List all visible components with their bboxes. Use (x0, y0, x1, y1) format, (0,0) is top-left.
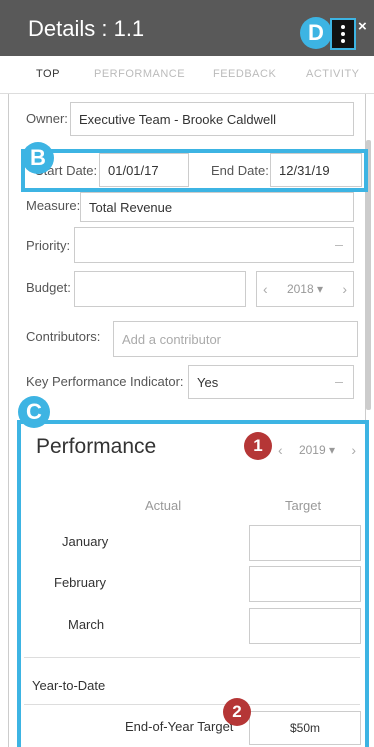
kpi-select[interactable]: Yes (188, 365, 354, 399)
budget-year-stepper[interactable]: ‹ 2018 ▾ › (256, 271, 354, 307)
kpi-label: Key Performance Indicator: (26, 374, 184, 389)
budget-label: Budget: (26, 280, 71, 295)
tab-activity[interactable]: ACTIVITY (306, 68, 360, 80)
callout-d-badge: D (300, 17, 332, 49)
owner-field[interactable]: Executive Team - Brooke Caldwell (70, 102, 354, 136)
owner-label: Owner: (26, 111, 68, 126)
contributors-label: Contributors: (26, 329, 101, 344)
budget-field[interactable] (74, 271, 246, 307)
tab-performance[interactable]: PERFORMANCE (94, 68, 185, 80)
callout-c-badge: C (18, 396, 50, 428)
kpi-value: Yes (197, 374, 219, 390)
budget-year-value: 2018 (286, 282, 314, 296)
contributor-placeholder: Add a contributor (122, 331, 222, 347)
callout-1-badge: 1 (244, 432, 272, 460)
contributor-input[interactable]: Add a contributor (113, 321, 358, 357)
measure-value: Total Revenue (89, 199, 173, 215)
callout-b-highlight (21, 149, 368, 192)
callout-c-highlight (17, 420, 369, 747)
priority-label: Priority: (26, 238, 71, 253)
measure-field[interactable]: Total Revenue (80, 192, 354, 222)
callout-b-badge: B (22, 142, 54, 174)
tab-bar: TOP PERFORMANCE FEEDBACK ACTIVITY (0, 56, 374, 94)
priority-select[interactable] (74, 227, 354, 263)
caret-down-icon: ▾ (317, 282, 324, 296)
tab-feedback[interactable]: FEEDBACK (213, 68, 276, 80)
chevron-down-icon (335, 382, 343, 383)
chevron-right-icon[interactable]: › (342, 281, 347, 297)
tab-top[interactable]: TOP (36, 68, 60, 80)
chevron-left-icon[interactable]: ‹ (263, 281, 268, 297)
chevron-down-icon (335, 245, 343, 246)
close-icon[interactable]: × (358, 18, 367, 35)
measure-label: Measure: (26, 198, 81, 213)
page-title: Details : 1.1 (28, 16, 145, 41)
more-options-icon[interactable] (330, 18, 356, 50)
owner-value: Executive Team - Brooke Caldwell (79, 111, 277, 127)
callout-2-badge: 2 (223, 698, 251, 726)
